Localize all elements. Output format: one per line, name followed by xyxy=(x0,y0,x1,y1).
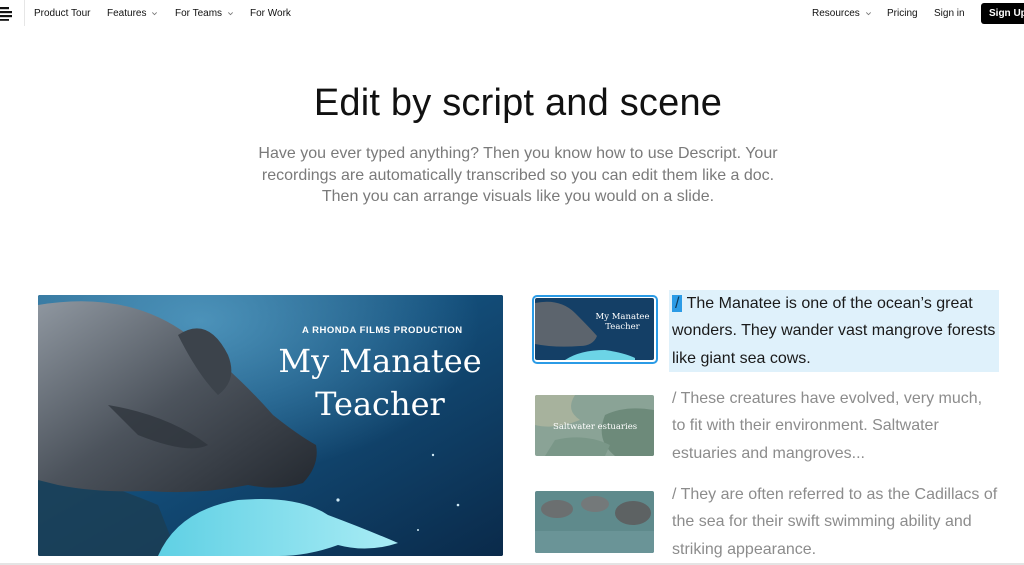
scene-thumbnail-1[interactable]: My Manatee Teacher xyxy=(535,298,654,360)
top-nav: Product Tour Features For Teams For Work… xyxy=(0,0,1024,26)
nav-pricing[interactable]: Pricing xyxy=(887,8,918,19)
video-title-line: Teacher xyxy=(315,385,445,423)
video-title-line: My Manatee xyxy=(278,342,482,380)
sign-up-button[interactable]: Sign Up xyxy=(981,3,1024,24)
nav-item-label: Resources xyxy=(812,8,860,19)
script-paragraph-2[interactable]: / These creatures have evolved, very muc… xyxy=(669,385,999,467)
nav-for-work[interactable]: For Work xyxy=(250,8,291,19)
nav-resources[interactable]: Resources xyxy=(812,8,872,19)
nav-product-tour[interactable]: Product Tour xyxy=(34,8,91,19)
scene-thumbnail-2[interactable]: Saltwater estuaries xyxy=(535,395,654,456)
descript-logo-icon[interactable] xyxy=(0,5,14,21)
script-paragraph-3[interactable]: / They are often referred to as the Cadi… xyxy=(669,481,999,563)
video-production-credit: A RHONDA FILMS PRODUCTION xyxy=(302,325,463,336)
sign-up-label: Sign Up xyxy=(989,8,1024,19)
script-text: These creatures have evolved, very much,… xyxy=(672,390,983,462)
scene-thumbnail-caption: My Manatee Teacher xyxy=(595,312,650,332)
scene-marker-selected[interactable]: / xyxy=(672,295,683,312)
script-text: They are often referred to as the Cadill… xyxy=(672,486,998,558)
script-paragraph-1[interactable]: / The Manatee is one of the ocean’s grea… xyxy=(669,290,999,372)
scene-thumbnail-image xyxy=(535,491,654,553)
nav-item-label: Pricing xyxy=(887,8,918,19)
chevron-down-icon xyxy=(865,12,871,16)
nav-features[interactable]: Features xyxy=(107,8,158,19)
scene-marker[interactable]: / xyxy=(672,486,676,503)
nav-item-label: Features xyxy=(107,8,147,19)
nav-for-teams[interactable]: For Teams xyxy=(175,8,234,19)
chevron-down-icon xyxy=(152,12,158,16)
scene-marker[interactable]: / xyxy=(672,390,676,407)
video-title: My Manatee Teacher xyxy=(270,340,490,426)
page-title: Edit by script and scene xyxy=(313,82,723,124)
nav-divider xyxy=(24,0,25,26)
hero-subtitle: Have you ever typed anything? Then you k… xyxy=(258,145,778,205)
nav-item-label: For Work xyxy=(250,8,291,19)
nav-item-label: For Teams xyxy=(175,8,223,19)
nav-item-label: Product Tour xyxy=(34,8,91,19)
nav-sign-in[interactable]: Sign in xyxy=(934,8,965,19)
scene-thumbnail-caption: Saltwater estuaries xyxy=(553,422,638,432)
chevron-down-icon xyxy=(228,12,234,16)
nav-item-label: Sign in xyxy=(934,8,965,19)
script-text: The Manatee is one of the ocean’s great … xyxy=(672,295,996,367)
scene-thumbnail-3[interactable] xyxy=(535,491,654,553)
